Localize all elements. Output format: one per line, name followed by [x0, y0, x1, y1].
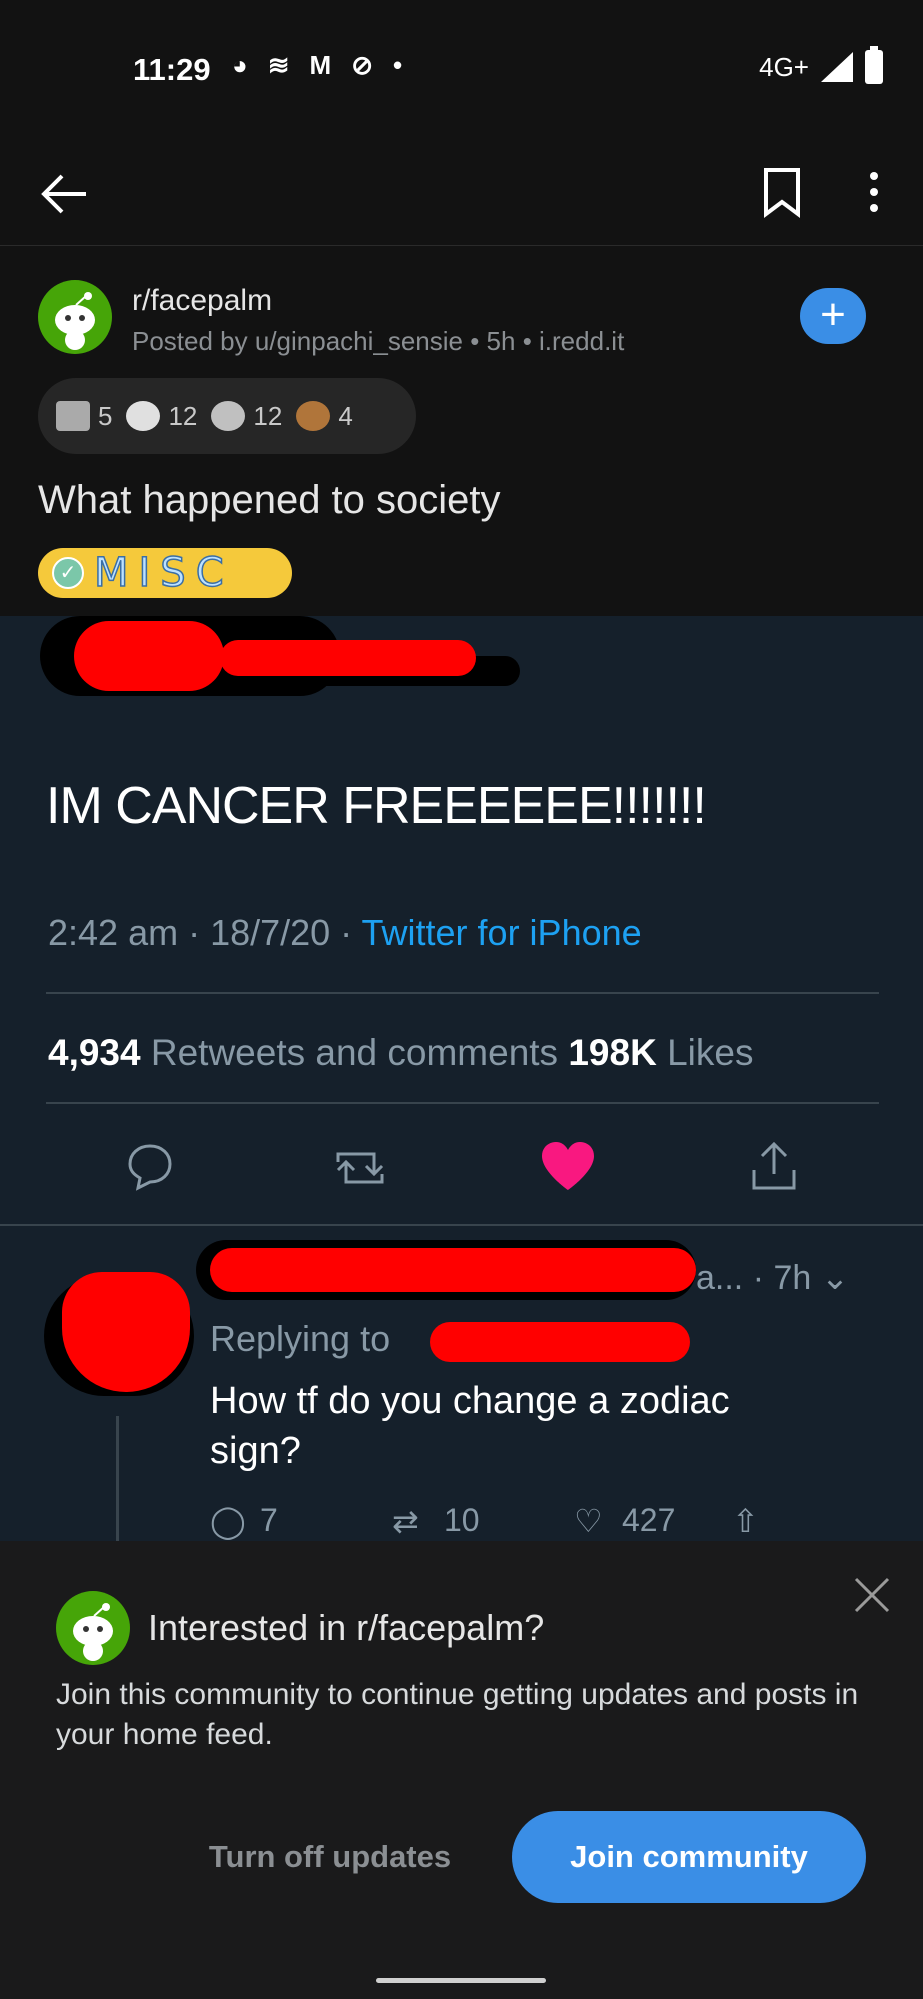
award-count: 12: [168, 400, 198, 431]
community-prompt-sheet: Interested in r/facepalm? Join this comm…: [0, 1541, 923, 1999]
back-button[interactable]: [36, 166, 92, 222]
award-animal-icon: [296, 401, 331, 431]
heart-icon: ♡: [574, 1503, 603, 1539]
comment-icon: [128, 1144, 172, 1191]
network-label: 4G+: [759, 51, 809, 82]
subreddit-name[interactable]: r/facepalm: [132, 284, 272, 318]
retweet-icon: ⇄: [392, 1503, 419, 1539]
award-count: 4: [338, 400, 353, 431]
reply-time: a... · 7h: [696, 1259, 812, 1297]
award-silver-icon: [211, 401, 246, 431]
retweet-icon: [336, 1152, 384, 1184]
share-icon: [752, 1141, 796, 1190]
arrow-left-icon: [41, 174, 86, 214]
tweet-time: 2:42 am · 18/7/20 · Twitter for iPhone: [48, 912, 642, 954]
tweet-timestamp: 2:42 am · 18/7/20 ·: [48, 912, 362, 953]
more-vertical-icon: [870, 172, 878, 212]
share-icon: ⇧: [732, 1503, 759, 1539]
bookmark-icon: [764, 168, 800, 218]
retweets-label: Retweets and comments: [140, 1032, 569, 1073]
post-header: r/facepalm Posted by u/ginpachi_sensie •…: [0, 246, 923, 616]
home-indicator[interactable]: [376, 1978, 546, 1983]
divider: [46, 1102, 879, 1104]
reply-meta: a... · 7h ⌄: [696, 1258, 849, 1298]
sheet-body: Join this community to continue getting …: [56, 1678, 859, 1751]
redaction-mark: [210, 1248, 696, 1292]
reply-actions: ◯ 7 ⇄ 10 ♡ 427 ⇧: [210, 1502, 759, 1540]
shield-notification-icon: ⊘: [351, 50, 373, 80]
sheet-title: Interested in r/facepalm?: [148, 1607, 545, 1648]
award-hands-icon: [56, 401, 90, 431]
post-title[interactable]: What happened to society: [38, 478, 501, 523]
post-flair[interactable]: ✓ MISC: [38, 548, 292, 598]
chevron-down-icon: ⌄: [820, 1259, 850, 1297]
status-time: 11:29: [133, 52, 211, 87]
close-icon: [854, 1577, 890, 1613]
retweets-count: 4,934: [48, 1032, 141, 1073]
flair-text: MISC: [93, 549, 234, 597]
reply-retweets-count: 10: [444, 1502, 480, 1538]
reply-tweet: a... · 7h ⌄ Replying to How tf do you ch…: [0, 1224, 923, 1541]
notification-icons: ◕ ≋ M ⊘ •: [232, 50, 402, 81]
turn-off-updates-button[interactable]: Turn off updates: [180, 1811, 480, 1903]
status-bar: 11:29 ◕ ≋ M ⊘ • 4G+: [0, 0, 923, 140]
divider: [46, 992, 879, 994]
reply-comments-count: 7: [260, 1502, 278, 1538]
award-item: 12: [211, 401, 282, 432]
redaction-mark: [74, 621, 224, 691]
snoo-facepalm-icon: [55, 292, 95, 350]
tweet-source: Twitter for iPhone: [361, 912, 642, 953]
award-face-icon: [126, 401, 161, 431]
battery-icon: [865, 46, 883, 84]
award-item: 5: [56, 401, 112, 432]
post-meta[interactable]: Posted by u/ginpachi_sensie • 5h • i.red…: [132, 326, 624, 357]
subreddit-avatar[interactable]: [38, 280, 112, 354]
bookmark-button[interactable]: [758, 164, 806, 220]
heart-filled-icon: [542, 1142, 594, 1190]
award-count: 5: [98, 400, 113, 431]
reply-text: How tf do you change a zodiac sign?: [210, 1380, 730, 1472]
snoo-facepalm-icon: [73, 1603, 113, 1661]
award-item: 4: [296, 400, 353, 432]
audio-notification-icon: ≋: [267, 50, 290, 80]
redaction-mark: [430, 1322, 690, 1362]
join-community-button[interactable]: Join community: [512, 1811, 866, 1903]
subreddit-avatar: [56, 1591, 130, 1665]
check-icon: ✓: [52, 557, 84, 589]
tweet-stats: 4,934 Retweets and comments 198K Likes: [48, 1032, 753, 1074]
redaction-mark: [220, 640, 476, 676]
close-button[interactable]: [852, 1575, 892, 1615]
reddit-notification-icon: ◕: [232, 50, 248, 80]
mail-notification-icon: M: [309, 50, 332, 80]
post-image[interactable]: IM CANCER FREEEEEE!!!!!!! 2:42 am · 18/7…: [0, 616, 923, 1541]
replying-to: Replying to: [210, 1318, 391, 1359]
signal-icon: [821, 52, 853, 82]
reply-likes-count: 427: [622, 1502, 676, 1538]
tweet-text: IM CANCER FREEEEEE!!!!!!!: [46, 777, 707, 835]
join-plus-button[interactable]: +: [800, 288, 866, 344]
awards-bar[interactable]: 5 12 12 4: [38, 378, 416, 454]
more-options-button[interactable]: [856, 164, 892, 220]
dot-notification-icon: •: [392, 50, 403, 80]
status-right: 4G+: [759, 46, 883, 84]
award-count: 12: [253, 400, 283, 431]
award-item: 12: [126, 401, 197, 432]
likes-label: Likes: [656, 1032, 754, 1073]
app-bar: [0, 140, 923, 246]
likes-count: 198K: [568, 1032, 657, 1073]
thread-line: [116, 1416, 119, 1541]
comment-icon: ◯: [210, 1503, 246, 1539]
